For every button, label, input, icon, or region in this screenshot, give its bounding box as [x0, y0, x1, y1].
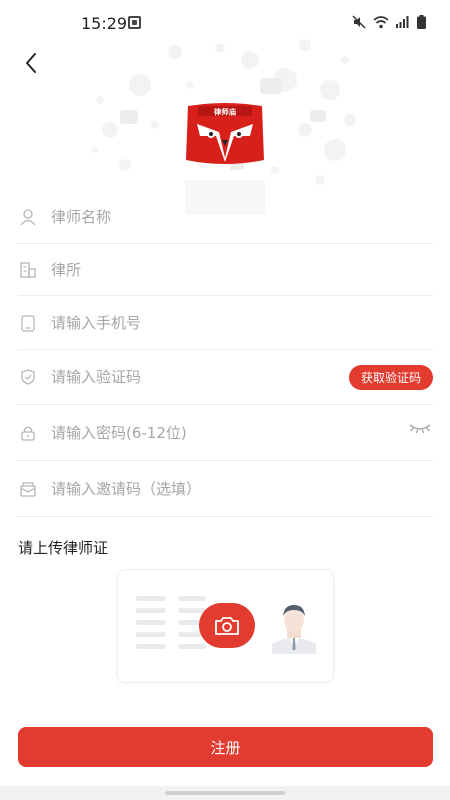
signal-icon — [396, 16, 409, 28]
upload-title: 请上传律师证 — [18, 539, 109, 557]
camera-button[interactable] — [199, 603, 255, 648]
password-input[interactable] — [51, 423, 433, 442]
get-code-button[interactable]: 获取验证码 — [348, 365, 433, 390]
svg-text:律师庙: 律师庙 — [214, 107, 237, 117]
portrait-placeholder-icon — [272, 605, 316, 654]
building-icon — [18, 260, 38, 280]
envelope-icon — [18, 479, 38, 499]
invite-code-row — [18, 461, 433, 517]
chevron-left-icon — [26, 53, 36, 73]
password-row — [18, 405, 433, 461]
home-indicator[interactable] — [165, 791, 285, 795]
upload-license-card[interactable] — [117, 569, 334, 683]
phone-row — [18, 296, 433, 350]
lawyer-name-input[interactable] — [51, 207, 433, 226]
back-button[interactable] — [16, 48, 46, 78]
user-icon — [18, 207, 38, 227]
law-firm-input[interactable] — [51, 260, 433, 279]
shield-icon — [18, 367, 38, 387]
lawyer-name-row — [18, 190, 433, 244]
phone-icon — [18, 313, 38, 333]
phone-input[interactable] — [51, 313, 433, 332]
app-logo: 律师庙 — [186, 103, 264, 164]
app-notification-icon — [128, 16, 141, 29]
lock-icon — [18, 423, 38, 443]
law-firm-row — [18, 244, 433, 296]
battery-icon — [417, 15, 426, 29]
invite-code-input[interactable] — [51, 479, 433, 498]
mute-icon — [352, 15, 366, 29]
status-icons — [352, 15, 426, 29]
eye-closed-icon[interactable] — [409, 423, 431, 435]
register-button[interactable]: 注册 — [18, 727, 433, 767]
camera-icon — [215, 616, 239, 635]
registration-form: 获取验证码 — [18, 190, 433, 517]
verification-code-row: 获取验证码 — [18, 350, 433, 405]
wifi-icon — [373, 15, 389, 28]
